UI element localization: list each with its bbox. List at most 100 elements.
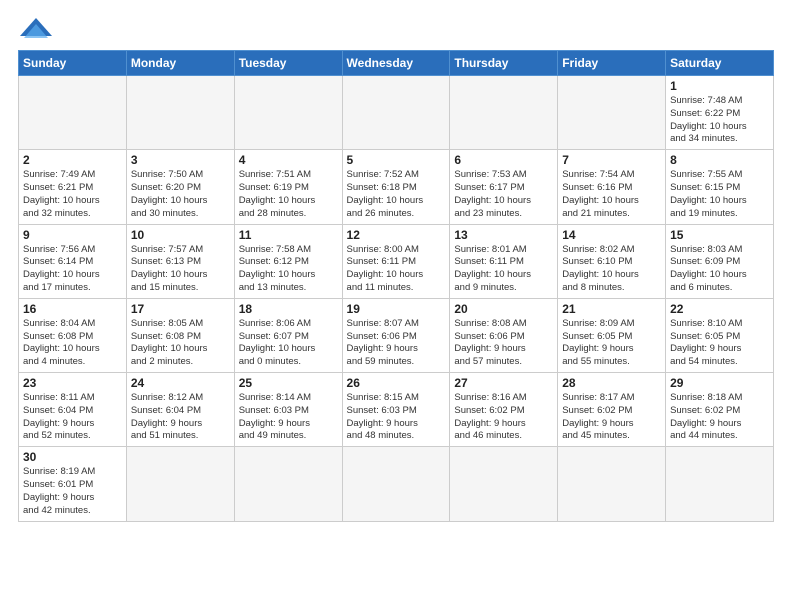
day-number: 9 [23,228,122,242]
day-info: Sunrise: 8:11 AM Sunset: 6:04 PM Dayligh… [23,392,122,443]
calendar-cell: 29 Sunrise: 8:18 AM Sunset: 6:02 PM Dayli… [666,373,774,447]
calendar-cell [450,76,558,150]
header [18,16,774,44]
day-number: 8 [670,153,769,167]
calendar-cell: 28 Sunrise: 8:17 AM Sunset: 6:02 PM Dayli… [558,373,666,447]
weekday-header-monday: Monday [126,51,234,76]
day-number: 28 [562,376,661,390]
day-info: Sunrise: 8:07 AM Sunset: 6:06 PM Dayligh… [347,318,446,369]
calendar-cell: 14Sunrise: 8:02 AM Sunset: 6:10 PM Dayli… [558,224,666,298]
calendar-cell: 24 Sunrise: 8:12 AM Sunset: 6:04 PM Dayli… [126,373,234,447]
day-number: 14 [562,228,661,242]
weekday-header-tuesday: Tuesday [234,51,342,76]
day-number: 29 [670,376,769,390]
calendar-cell [558,76,666,150]
calendar-cell: 22 Sunrise: 8:10 AM Sunset: 6:05 PM Dayli… [666,298,774,372]
calendar-cell [342,76,450,150]
calendar-cell [126,447,234,521]
day-info: Sunrise: 8:03 AM Sunset: 6:09 PM Dayligh… [670,244,769,295]
day-info: Sunrise: 8:06 AM Sunset: 6:07 PM Dayligh… [239,318,338,369]
calendar-cell: 13Sunrise: 8:01 AM Sunset: 6:11 PM Dayli… [450,224,558,298]
day-number: 26 [347,376,446,390]
day-number: 23 [23,376,122,390]
calendar-cell: 10 Sunrise: 7:57 AM Sunset: 6:13 PM Dayli… [126,224,234,298]
day-info: Sunrise: 8:15 AM Sunset: 6:03 PM Dayligh… [347,392,446,443]
day-info: Sunrise: 8:00 AM Sunset: 6:11 PM Dayligh… [347,244,446,295]
day-number: 10 [131,228,230,242]
day-info: Sunrise: 7:48 AM Sunset: 6:22 PM Dayligh… [670,95,769,146]
day-info: Sunrise: 8:16 AM Sunset: 6:02 PM Dayligh… [454,392,553,443]
calendar-cell: 21 Sunrise: 8:09 AM Sunset: 6:05 PM Dayli… [558,298,666,372]
day-number: 18 [239,302,338,316]
day-number: 4 [239,153,338,167]
day-info: Sunrise: 7:55 AM Sunset: 6:15 PM Dayligh… [670,169,769,220]
day-number: 7 [562,153,661,167]
day-number: 6 [454,153,553,167]
calendar-cell: 19 Sunrise: 8:07 AM Sunset: 6:06 PM Dayli… [342,298,450,372]
calendar-cell: 3Sunrise: 7:50 AM Sunset: 6:20 PM Daylig… [126,150,234,224]
calendar-cell: 20Sunrise: 8:08 AM Sunset: 6:06 PM Dayli… [450,298,558,372]
calendar: SundayMondayTuesdayWednesdayThursdayFrid… [18,50,774,522]
calendar-cell [234,76,342,150]
day-number: 19 [347,302,446,316]
calendar-cell: 30 Sunrise: 8:19 AM Sunset: 6:01 PM Dayli… [19,447,127,521]
weekday-header-friday: Friday [558,51,666,76]
calendar-cell: 8 Sunrise: 7:55 AM Sunset: 6:15 PM Daylig… [666,150,774,224]
day-number: 1 [670,79,769,93]
logo-icon [18,16,54,44]
weekday-header-wednesday: Wednesday [342,51,450,76]
calendar-cell: 17 Sunrise: 8:05 AM Sunset: 6:08 PM Dayli… [126,298,234,372]
day-number: 15 [670,228,769,242]
day-info: Sunrise: 7:51 AM Sunset: 6:19 PM Dayligh… [239,169,338,220]
calendar-cell [450,447,558,521]
calendar-cell: 6 Sunrise: 7:53 AM Sunset: 6:17 PM Daylig… [450,150,558,224]
calendar-cell [234,447,342,521]
calendar-cell: 26 Sunrise: 8:15 AM Sunset: 6:03 PM Dayli… [342,373,450,447]
day-info: Sunrise: 8:10 AM Sunset: 6:05 PM Dayligh… [670,318,769,369]
day-number: 5 [347,153,446,167]
day-number: 16 [23,302,122,316]
calendar-cell: 23 Sunrise: 8:11 AM Sunset: 6:04 PM Dayli… [19,373,127,447]
day-info: Sunrise: 8:05 AM Sunset: 6:08 PM Dayligh… [131,318,230,369]
day-number: 17 [131,302,230,316]
calendar-week-1: 1 Sunrise: 7:48 AM Sunset: 6:22 PM Daylig… [19,76,774,150]
day-info: Sunrise: 8:18 AM Sunset: 6:02 PM Dayligh… [670,392,769,443]
weekday-header-saturday: Saturday [666,51,774,76]
day-number: 13 [454,228,553,242]
day-info: Sunrise: 7:57 AM Sunset: 6:13 PM Dayligh… [131,244,230,295]
day-info: Sunrise: 8:17 AM Sunset: 6:02 PM Dayligh… [562,392,661,443]
day-info: Sunrise: 8:09 AM Sunset: 6:05 PM Dayligh… [562,318,661,369]
calendar-header: SundayMondayTuesdayWednesdayThursdayFrid… [19,51,774,76]
calendar-cell: 25Sunrise: 8:14 AM Sunset: 6:03 PM Dayli… [234,373,342,447]
day-info: Sunrise: 8:19 AM Sunset: 6:01 PM Dayligh… [23,466,122,517]
day-number: 24 [131,376,230,390]
calendar-week-5: 23 Sunrise: 8:11 AM Sunset: 6:04 PM Dayli… [19,373,774,447]
calendar-cell [558,447,666,521]
day-info: Sunrise: 7:58 AM Sunset: 6:12 PM Dayligh… [239,244,338,295]
calendar-week-4: 16 Sunrise: 8:04 AM Sunset: 6:08 PM Dayli… [19,298,774,372]
day-number: 22 [670,302,769,316]
calendar-body: 1 Sunrise: 7:48 AM Sunset: 6:22 PM Daylig… [19,76,774,522]
weekday-header-thursday: Thursday [450,51,558,76]
calendar-cell: 27 Sunrise: 8:16 AM Sunset: 6:02 PM Dayli… [450,373,558,447]
calendar-cell: 4 Sunrise: 7:51 AM Sunset: 6:19 PM Daylig… [234,150,342,224]
calendar-cell: 12 Sunrise: 8:00 AM Sunset: 6:11 PM Dayli… [342,224,450,298]
day-info: Sunrise: 7:52 AM Sunset: 6:18 PM Dayligh… [347,169,446,220]
calendar-week-3: 9 Sunrise: 7:56 AM Sunset: 6:14 PM Daylig… [19,224,774,298]
calendar-cell: 11Sunrise: 7:58 AM Sunset: 6:12 PM Dayli… [234,224,342,298]
calendar-cell [342,447,450,521]
day-info: Sunrise: 7:53 AM Sunset: 6:17 PM Dayligh… [454,169,553,220]
day-info: Sunrise: 7:56 AM Sunset: 6:14 PM Dayligh… [23,244,122,295]
day-number: 30 [23,450,122,464]
day-info: Sunrise: 8:04 AM Sunset: 6:08 PM Dayligh… [23,318,122,369]
calendar-cell [126,76,234,150]
day-info: Sunrise: 8:12 AM Sunset: 6:04 PM Dayligh… [131,392,230,443]
day-info: Sunrise: 7:49 AM Sunset: 6:21 PM Dayligh… [23,169,122,220]
calendar-cell: 9 Sunrise: 7:56 AM Sunset: 6:14 PM Daylig… [19,224,127,298]
calendar-week-6: 30 Sunrise: 8:19 AM Sunset: 6:01 PM Dayli… [19,447,774,521]
day-number: 12 [347,228,446,242]
day-number: 21 [562,302,661,316]
day-number: 27 [454,376,553,390]
calendar-cell [19,76,127,150]
day-number: 2 [23,153,122,167]
